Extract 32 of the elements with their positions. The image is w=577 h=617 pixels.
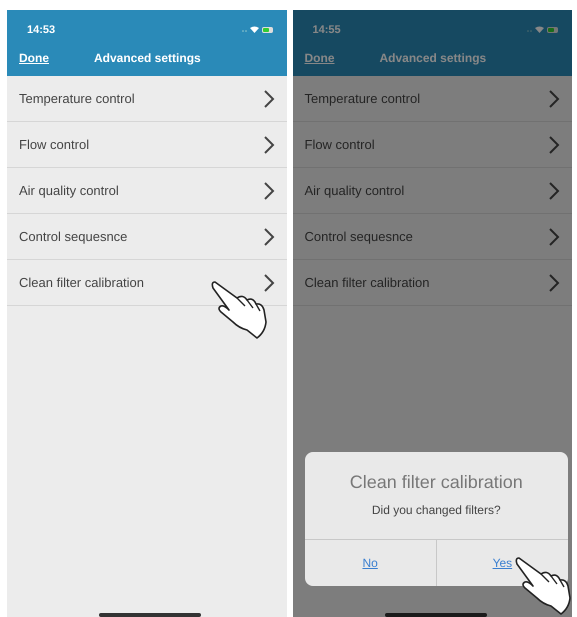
chevron-icon	[262, 272, 274, 292]
chevron-icon	[548, 272, 560, 292]
dialog-link[interactable]: No	[304, 540, 436, 586]
done-link[interactable]: Done	[19, 51, 94, 65]
status-time: 14:53	[27, 24, 56, 36]
pointing-hand-icon	[514, 554, 572, 616]
chevron-icon	[548, 134, 560, 154]
settings-row[interactable]: Flow control	[7, 122, 286, 168]
chevron-icon	[262, 226, 274, 246]
settings-row[interactable]: Control sequesnce	[292, 214, 572, 260]
status-time: 14:55	[312, 24, 341, 36]
done-link[interactable]: Done	[304, 51, 380, 65]
chevron-icon	[548, 88, 560, 108]
status-icons	[240, 25, 274, 35]
settings-row[interactable]: Air quality control	[7, 168, 286, 214]
screen-title: Advanced settings	[380, 51, 486, 65]
dialog-title: Clean filter calibration	[348, 472, 524, 493]
settings-row[interactable]: Clean filter calibration	[292, 260, 572, 306]
chevron-icon	[548, 180, 560, 200]
settings-row[interactable]: Temperature control	[7, 76, 286, 122]
screen-title: Advanced settings	[94, 51, 201, 65]
pointing-hand-icon	[211, 278, 269, 340]
settings-row[interactable]: Air quality control	[292, 168, 572, 214]
settings-row[interactable]: Control sequesnce	[7, 214, 286, 260]
dialog-message: Did you changed filters?	[370, 503, 502, 517]
status-icons	[526, 25, 560, 35]
settings-row[interactable]: Temperature control	[292, 76, 572, 122]
chevron-icon	[262, 88, 274, 108]
chevron-icon	[548, 226, 560, 246]
settings-row[interactable]: Flow control	[292, 122, 572, 168]
chevron-icon	[262, 134, 274, 154]
chevron-icon	[262, 180, 274, 200]
